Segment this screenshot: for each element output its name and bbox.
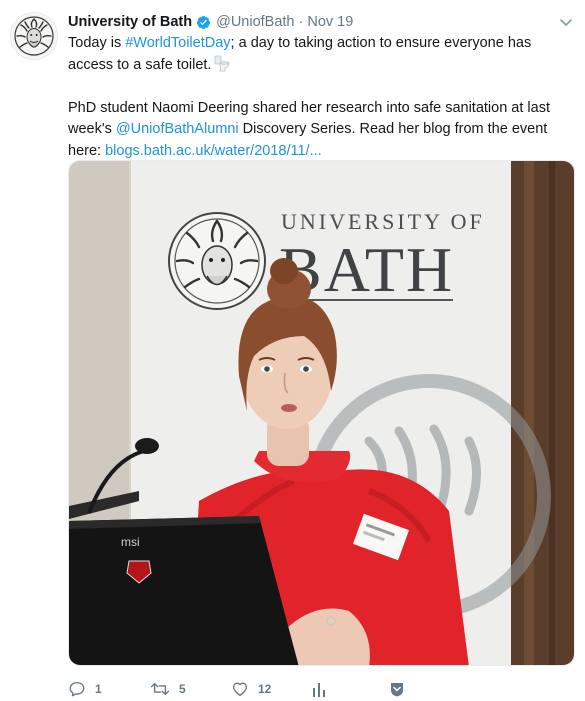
laptop-brand: msi	[121, 535, 140, 549]
retweet-button[interactable]: 5	[150, 678, 186, 700]
header-separator: ·	[298, 14, 304, 30]
like-count: 12	[258, 682, 272, 696]
user-handle[interactable]: @UniofBath	[216, 12, 294, 32]
chevron-down-icon[interactable]	[558, 14, 574, 30]
avatar[interactable]	[10, 12, 58, 60]
reply-count: 1	[95, 682, 102, 696]
blog-url-link[interactable]: blogs.bath.ac.uk/water/2018/11/...	[105, 143, 322, 159]
tweet-text-segment: Today is	[68, 35, 126, 51]
tweet-timestamp[interactable]: Nov 19	[307, 12, 353, 32]
reply-button[interactable]: 1	[68, 678, 102, 700]
display-name[interactable]: University of Bath	[68, 12, 192, 32]
tweet-header: University of Bath @UniofBath · Nov 19	[68, 12, 576, 32]
toilet-emoji-icon	[215, 55, 230, 71]
tweet[interactable]: University of Bath @UniofBath · Nov 19 T…	[0, 0, 585, 701]
like-button[interactable]: 12	[231, 678, 271, 700]
heart-icon	[232, 682, 248, 697]
hashtag-link[interactable]: #WorldToiletDay	[125, 35, 230, 51]
tweet-text: Today is #WorldToiletDay; a day to takin…	[68, 33, 576, 162]
retweet-icon	[150, 682, 170, 696]
direct-message-button[interactable]	[388, 678, 406, 700]
photo-scene: UNIVERSITY OF BATH msi	[69, 161, 574, 665]
banner-crest-icon	[168, 212, 266, 310]
laptop: msi	[69, 516, 299, 665]
tweet-paragraph-2: PhD student Naomi Deering shared her res…	[68, 98, 576, 163]
tweet-actions: 1 5 12	[68, 678, 576, 700]
analytics-button[interactable]	[312, 678, 326, 700]
tweet-content: University of Bath @UniofBath · Nov 19 T…	[68, 12, 576, 697]
university-crest-icon	[12, 14, 56, 58]
analytics-icon	[313, 683, 325, 697]
retweet-count: 5	[179, 682, 186, 696]
direct-message-icon	[391, 683, 403, 697]
mention-link[interactable]: @UniofBathAlumni	[116, 121, 239, 137]
tweet-photo[interactable]: UNIVERSITY OF BATH msi	[68, 160, 575, 666]
banner-title-small: UNIVERSITY OF	[281, 209, 485, 234]
tweet-paragraph-1: Today is #WorldToiletDay; a day to takin…	[68, 33, 576, 76]
reply-icon	[69, 681, 85, 697]
verified-badge-icon	[197, 15, 211, 29]
